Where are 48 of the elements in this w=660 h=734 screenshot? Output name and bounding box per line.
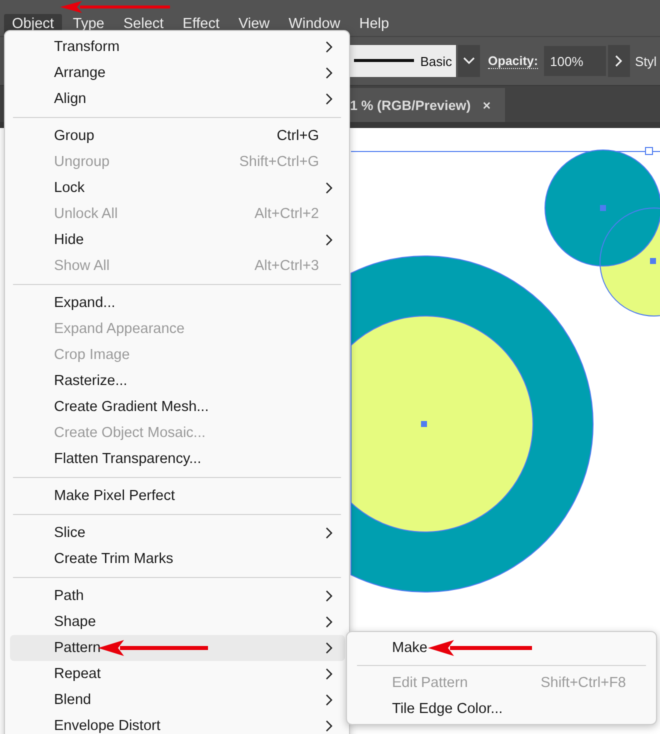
menu-item[interactable]: Expand... xyxy=(10,290,345,316)
stroke-style-field[interactable]: Basic xyxy=(350,45,456,77)
chevron-right-icon xyxy=(325,590,333,602)
chevron-right-icon xyxy=(325,527,333,539)
chevron-right-icon xyxy=(325,668,333,680)
menu-item[interactable]: Slice xyxy=(10,520,345,546)
opacity-label[interactable]: Opacity: xyxy=(488,54,538,68)
opacity-field[interactable]: 100% xyxy=(544,46,606,76)
chevron-right-icon xyxy=(325,616,333,628)
chevron-right-icon xyxy=(325,642,333,654)
chevron-right-icon xyxy=(325,234,333,246)
chevron-right-icon xyxy=(325,720,333,732)
menu-item[interactable]: Blend xyxy=(10,687,345,713)
menu-item[interactable]: Tile Edge Color... xyxy=(352,696,652,722)
pointer-arrow-icon xyxy=(428,640,532,656)
menu-item[interactable]: Make xyxy=(352,635,652,661)
stroke-line-icon xyxy=(354,59,414,63)
menu-item[interactable]: Group Ctrl+G xyxy=(10,123,345,149)
dropdown-button[interactable] xyxy=(458,45,480,77)
chevron-right-icon xyxy=(325,67,333,79)
menu-item[interactable]: Envelope Distort xyxy=(10,713,345,734)
close-button[interactable]: × xyxy=(482,98,491,112)
menu-item[interactable]: Pattern xyxy=(10,635,345,661)
chevron-right-icon xyxy=(325,694,333,706)
menu-item[interactable]: Repeat xyxy=(10,661,345,687)
selection-handle-icon[interactable] xyxy=(645,147,653,155)
document-tab-title: 1 % (RGB/Preview) xyxy=(350,98,471,112)
menu-item[interactable]: Shape xyxy=(10,609,345,635)
chevron-down-icon xyxy=(463,57,475,65)
menu-item[interactable]: Create Gradient Mesh... xyxy=(10,394,345,420)
style-label: Styl xyxy=(635,54,657,68)
menu-item[interactable]: Arrange xyxy=(10,60,345,86)
menu-item[interactable]: Rasterize... xyxy=(10,368,345,394)
pointer-arrow-icon xyxy=(60,1,170,13)
menu-bar-item[interactable]: Help xyxy=(351,14,398,35)
menu-item[interactable]: Lock xyxy=(10,175,345,201)
menu-item[interactable]: Transform xyxy=(10,34,345,60)
menu-item[interactable]: Flatten Transparency... xyxy=(10,446,345,472)
chevron-right-icon xyxy=(325,182,333,194)
menu-item[interactable]: Make Pixel Perfect xyxy=(10,483,345,509)
opacity-arrow-button[interactable] xyxy=(608,45,630,77)
chevron-right-icon xyxy=(325,41,333,53)
pointer-arrow-icon xyxy=(98,640,208,656)
menu-item[interactable]: Create Trim Marks xyxy=(10,546,345,572)
menu-item[interactable]: Hide xyxy=(10,227,345,253)
menu-item[interactable]: Path xyxy=(10,583,345,609)
chevron-right-icon xyxy=(615,55,624,67)
chevron-right-icon xyxy=(325,93,333,105)
